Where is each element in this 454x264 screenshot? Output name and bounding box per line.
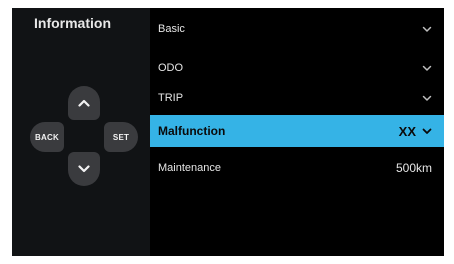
menu-item-trip[interactable]: TRIP: [150, 83, 444, 113]
page-title: Information: [34, 15, 111, 31]
chevron-down-icon: [78, 165, 90, 173]
menu-item-value: XX: [398, 123, 416, 139]
back-button[interactable]: BACK: [30, 122, 64, 152]
menu-item-odo[interactable]: ODO: [150, 53, 444, 83]
up-button[interactable]: [68, 86, 100, 120]
info-menu: Basic ODO TRIP Malfunction XX Maintenanc…: [150, 8, 444, 256]
menu-item-label: Maintenance: [158, 162, 221, 174]
menu-item-malfunction[interactable]: Malfunction XX: [150, 115, 444, 147]
set-button[interactable]: SET: [104, 122, 138, 152]
chevron-down-icon: [422, 128, 432, 134]
chevron-down-icon: [422, 26, 432, 32]
menu-item-maintenance[interactable]: Maintenance 500km: [150, 153, 444, 183]
menu-item-basic[interactable]: Basic: [150, 14, 444, 44]
menu-item-value: 500km: [395, 161, 432, 175]
menu-item-label: TRIP: [158, 92, 184, 104]
menu-item-label: Basic: [158, 23, 185, 35]
chevron-down-icon: [422, 95, 432, 101]
menu-item-label: ODO: [158, 62, 184, 74]
dpad-control: BACK SET: [30, 86, 142, 196]
chevron-up-icon: [78, 99, 90, 107]
down-button[interactable]: [68, 152, 100, 186]
left-panel: Information BACK SET: [12, 8, 150, 256]
chevron-down-icon: [422, 65, 432, 71]
device-screen: Information BACK SET Basic ODO TRIP Malf…: [12, 8, 444, 256]
back-button-label: BACK: [35, 132, 59, 142]
set-button-label: SET: [112, 132, 130, 142]
menu-item-label: Malfunction: [158, 124, 226, 138]
